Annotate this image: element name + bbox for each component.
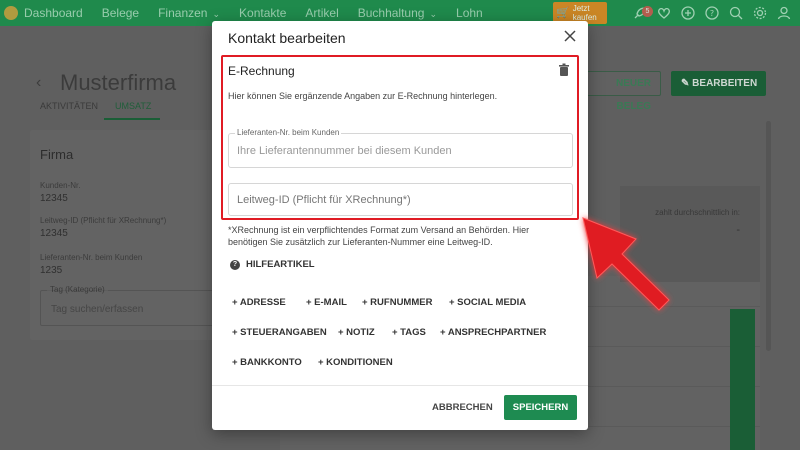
- nav-item-belege[interactable]: Belege: [102, 6, 139, 20]
- nav-item-label: Finanzen: [158, 6, 208, 20]
- dialog-title: Kontakt bearbeiten: [228, 30, 346, 46]
- leitweg-id-field[interactable]: Leitweg-ID (Pflicht für XRechnung*): [228, 183, 573, 216]
- help-icon[interactable]: ?: [704, 5, 720, 21]
- edit-button[interactable]: ✎ BEARBEITEN: [671, 71, 766, 96]
- page-title: Musterfirma: [60, 70, 177, 95]
- edit-contact-dialog: Kontakt bearbeiten E-Rechnung Hier könne…: [212, 21, 588, 430]
- add-conditions-button[interactable]: + KONDITIONEN: [318, 357, 393, 368]
- edit-button-label: BEARBEITEN: [692, 78, 758, 89]
- tag-input-label: Tag (Kategorie): [47, 285, 108, 294]
- help-icon: ?: [230, 259, 240, 270]
- add-tags-button[interactable]: + TAGS: [392, 327, 426, 338]
- nav-item-artikel[interactable]: Artikel: [305, 6, 338, 20]
- header-icons: 5 ?: [632, 0, 792, 26]
- field-value: 1235: [40, 265, 63, 276]
- company-card: Firma Kunden-Nr. 12345 Leitweg-ID (Pflic…: [30, 130, 230, 340]
- help-article-label: HILFEARTIKEL: [246, 259, 315, 270]
- add-contact-person-button[interactable]: + ANSPRECHPARTNER: [440, 327, 546, 338]
- add-tax-info-button[interactable]: + STEUERANGABEN: [232, 327, 327, 338]
- nav-item-kontakte[interactable]: Kontakte: [239, 6, 286, 20]
- payment-stats-value: -: [736, 224, 740, 236]
- gear-icon[interactable]: [752, 5, 768, 21]
- field-value: 12345: [40, 193, 68, 204]
- add-social-media-button[interactable]: + SOCIAL MEDIA: [449, 297, 526, 308]
- chevron-down-icon: ⌄: [212, 9, 221, 19]
- tag-input-placeholder: Tag suchen/erfassen: [51, 304, 144, 315]
- card-title: Firma: [40, 147, 74, 162]
- nav-item-dashboard[interactable]: Dashboard: [24, 6, 83, 20]
- cart-icon: 🛒: [556, 6, 570, 19]
- new-document-button[interactable]: NEUER BELEG: [581, 71, 661, 112]
- back-arrow-icon[interactable]: ‹: [36, 74, 41, 92]
- close-icon[interactable]: [563, 29, 577, 43]
- heart-icon[interactable]: [656, 5, 672, 21]
- pencil-icon: ✎: [681, 78, 690, 89]
- red-arrow-annotation: [582, 217, 670, 311]
- user-icon[interactable]: [776, 5, 792, 21]
- xrechnung-note: *XRechnung ist ein verpflichtendes Forma…: [228, 225, 530, 247]
- field-label: Leitweg-ID (Pflicht für XRechnung*): [40, 216, 167, 225]
- trash-icon[interactable]: [558, 63, 570, 82]
- help-article-link[interactable]: ? HILFEARTIKEL: [230, 259, 315, 270]
- nav-item-buchhaltung[interactable]: Buchhaltung ⌄: [358, 6, 437, 20]
- buy-now-label: Jetzt kaufen: [572, 4, 597, 22]
- nav-item-finanzen[interactable]: Finanzen ⌄: [158, 6, 220, 20]
- section-title: E-Rechnung: [228, 64, 295, 78]
- nav-item-lohn[interactable]: Lohn: [456, 6, 483, 20]
- cancel-button[interactable]: ABBRECHEN: [432, 402, 493, 413]
- add-email-button[interactable]: + E-MAIL: [306, 297, 347, 308]
- dialog-footer-divider: [212, 385, 588, 386]
- tab-aktivitaeten[interactable]: AKTIVITÄTEN: [40, 101, 98, 111]
- add-bank-account-button[interactable]: + BANKKONTO: [232, 357, 302, 368]
- field-label: Kunden-Nr.: [40, 181, 81, 190]
- field-value: 12345: [40, 228, 68, 239]
- supplier-number-field[interactable]: Lieferanten-Nr. beim Kunden Ihre Liefera…: [228, 128, 573, 168]
- tab-umsatz[interactable]: UMSATZ: [115, 101, 151, 111]
- tag-input[interactable]: Tag (Kategorie) Tag suchen/erfassen: [40, 285, 230, 326]
- active-tab-indicator: [104, 118, 160, 120]
- leitweg-id-placeholder: Leitweg-ID (Pflicht für XRechnung*): [237, 194, 411, 206]
- supplier-number-label: Lieferanten-Nr. beim Kunden: [235, 128, 342, 137]
- nav-item-label: Buchhaltung: [357, 6, 425, 20]
- rocket-icon[interactable]: 5: [632, 5, 653, 21]
- notification-badge: 5: [642, 6, 653, 17]
- revenue-bar: [730, 309, 755, 450]
- section-description: Hier können Sie ergänzende Angaben zur E…: [228, 91, 498, 101]
- plus-circle-icon[interactable]: [680, 5, 696, 21]
- save-button[interactable]: SPEICHERN: [504, 395, 577, 420]
- app-logo-icon[interactable]: [4, 6, 18, 20]
- supplier-number-placeholder: Ihre Lieferantennummer bei diesem Kunden: [237, 145, 452, 157]
- chevron-down-icon: ⌄: [429, 9, 438, 19]
- add-address-button[interactable]: + ADRESSE: [232, 297, 286, 308]
- page-scrollbar[interactable]: [766, 121, 771, 351]
- svg-text:?: ?: [710, 9, 714, 18]
- add-note-button[interactable]: + NOTIZ: [338, 327, 375, 338]
- add-phone-button[interactable]: + RUFNUMMER: [362, 297, 432, 308]
- search-icon[interactable]: [728, 5, 744, 21]
- field-label: Lieferanten-Nr. beim Kunden: [40, 253, 143, 262]
